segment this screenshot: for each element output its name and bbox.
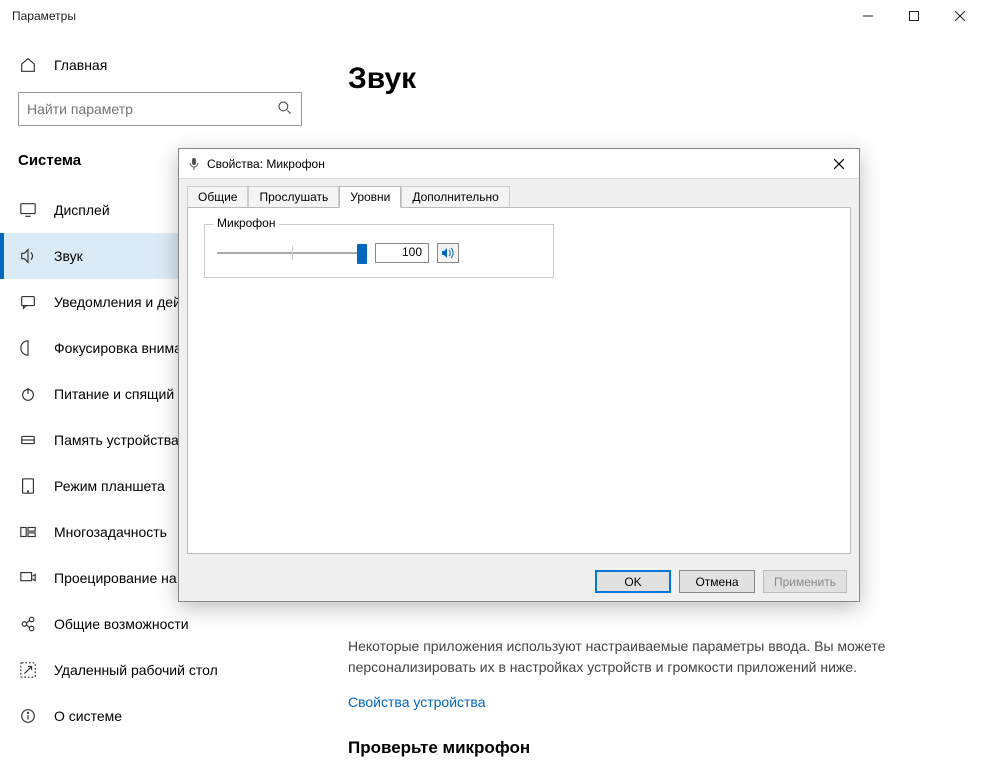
sidebar-item-remote[interactable]: Удаленный рабочий стол (0, 647, 320, 693)
notifications-icon (18, 293, 38, 311)
settings-titlebar: Параметры (0, 0, 983, 32)
storage-icon (18, 431, 38, 449)
dialog-button-row: OK Отмена Применить (179, 562, 859, 601)
dialog-title: Свойства: Микрофон (207, 157, 823, 171)
close-button[interactable] (937, 0, 983, 32)
sidebar-item-label: Звук (54, 248, 83, 264)
mic-level-slider[interactable] (217, 244, 367, 262)
mute-toggle-button[interactable] (437, 243, 459, 263)
tab-2[interactable]: Уровни (339, 186, 401, 208)
microphone-icon (187, 157, 201, 171)
window-controls (845, 0, 983, 32)
tablet-icon (18, 477, 38, 495)
shared-icon (18, 615, 38, 633)
page-title: Звук (348, 62, 959, 96)
tab-1[interactable]: Прослушать (248, 186, 339, 208)
projecting-icon (18, 569, 38, 587)
apply-button[interactable]: Применить (763, 570, 847, 593)
page-body-text: Некоторые приложения используют настраив… (348, 636, 959, 678)
sidebar-item-label: Дисплей (54, 202, 110, 218)
sidebar-item-label: Память устройства (54, 432, 179, 448)
sidebar-item-about[interactable]: О системе (0, 693, 320, 739)
multitask-icon (18, 523, 38, 541)
search-icon (277, 100, 293, 119)
sidebar-home-label: Главная (54, 57, 107, 73)
dialog-close-button[interactable] (823, 150, 855, 178)
tab-3[interactable]: Дополнительно (401, 186, 509, 208)
minimize-button[interactable] (845, 0, 891, 32)
tab-content-levels: Микрофон 100 (187, 207, 851, 554)
home-icon (18, 56, 38, 74)
cancel-button[interactable]: Отмена (679, 570, 755, 593)
sidebar-item-label: Режим планшета (54, 478, 165, 494)
mic-properties-dialog: Свойства: Микрофон ОбщиеПрослушатьУровни… (178, 148, 860, 602)
remote-icon (18, 661, 38, 679)
device-properties-link[interactable]: Свойства устройства (348, 694, 959, 710)
sound-icon (18, 247, 38, 265)
tab-0[interactable]: Общие (187, 186, 248, 208)
power-icon (18, 385, 38, 403)
mic-level-group: Микрофон 100 (204, 224, 554, 278)
slider-thumb[interactable] (357, 244, 367, 264)
settings-window-title: Параметры (12, 9, 76, 23)
sidebar-item-label: Общие возможности (54, 616, 189, 632)
mic-level-value[interactable]: 100 (375, 243, 429, 263)
sidebar-item-shared[interactable]: Общие возможности (0, 601, 320, 647)
search-input[interactable] (27, 101, 277, 117)
test-mic-heading: Проверьте микрофон (348, 738, 959, 758)
sidebar-search[interactable] (18, 92, 302, 126)
dialog-tab-strip: ОбщиеПрослушатьУровниДополнительно (179, 179, 859, 207)
about-icon (18, 707, 38, 725)
dialog-titlebar[interactable]: Свойства: Микрофон (179, 149, 859, 179)
focus-icon (18, 339, 38, 357)
display-icon (18, 201, 38, 219)
sidebar-item-label: О системе (54, 708, 122, 724)
ok-button[interactable]: OK (595, 570, 671, 593)
sidebar-item-label: Многозадачность (54, 524, 167, 540)
sidebar-home[interactable]: Главная (0, 46, 320, 84)
sidebar-item-label: Удаленный рабочий стол (54, 662, 218, 678)
maximize-button[interactable] (891, 0, 937, 32)
mic-level-group-label: Микрофон (213, 216, 279, 230)
